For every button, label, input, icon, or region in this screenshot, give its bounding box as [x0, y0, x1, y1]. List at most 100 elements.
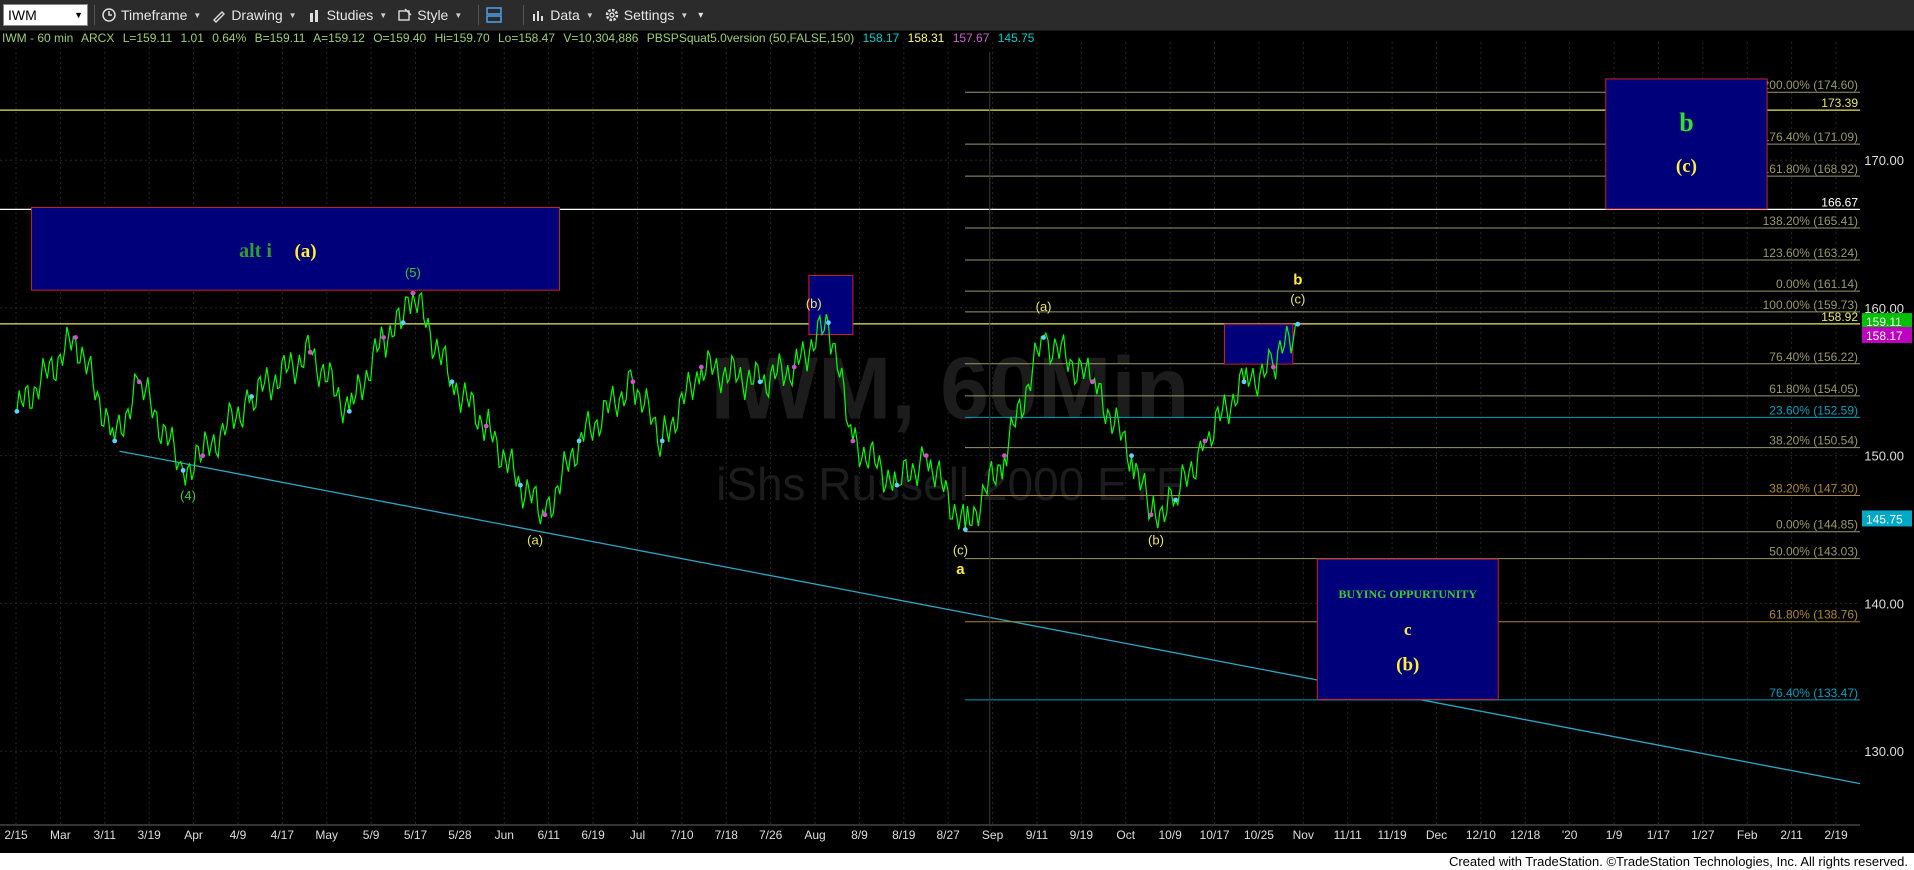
swing-marker [894, 482, 900, 488]
swing-marker [698, 364, 704, 370]
swing-marker [659, 438, 665, 444]
footer: Created with TradeStation. ©TradeStation… [0, 853, 1914, 870]
x-tick-label: Jul [630, 828, 645, 842]
x-tick-label: 5/17 [404, 828, 428, 842]
level-label: 50.00% (143.03) [1769, 545, 1858, 559]
swing-marker [346, 408, 352, 414]
x-tick-label: '20 [1562, 828, 1578, 842]
price-chart[interactable]: 2/15 Mar 3/11 3/19 Apr 4/9 4/17 May 5/9 5/17 5/28 J… [0, 0, 1914, 853]
x-tick-label: 6/11 [537, 828, 560, 842]
x-tick-label: 9/19 [1070, 828, 1094, 842]
x-tick-label: 2/15 [4, 828, 28, 842]
swing-marker [483, 423, 489, 429]
price-tag-label: 158.17 [1866, 329, 1903, 343]
watermark-symbol: IWM, 60Min [710, 339, 1189, 438]
wave-label: (a) [1036, 299, 1052, 314]
x-tick-label: 5/28 [448, 828, 472, 842]
x-tick-label: 11/19 [1378, 828, 1407, 842]
swing-marker [1129, 453, 1134, 459]
swing-marker [576, 438, 582, 444]
box-label: c [1404, 620, 1412, 639]
x-tick-label: 8/9 [851, 828, 868, 842]
level-label: 0.00% (161.14) [1776, 277, 1858, 291]
level-label: 166.67 [1821, 195, 1858, 209]
swing-marker [381, 335, 386, 340]
x-tick-label: 12/18 [1510, 828, 1540, 842]
wave-label: (b) [806, 296, 822, 311]
level-label: 76.40% (156.22) [1769, 350, 1858, 364]
x-tick-label: 10/25 [1244, 828, 1274, 842]
x-tick-label: Dec [1426, 828, 1447, 842]
x-tick-label: Feb [1737, 828, 1758, 842]
y-tick-label: 150.00 [1864, 449, 1904, 464]
target-box [1223, 323, 1294, 365]
x-tick-label: 8/27 [937, 828, 961, 842]
x-tick-label: 5/9 [363, 828, 380, 842]
x-tick-label: Jun [495, 828, 514, 842]
swing-marker [791, 364, 797, 370]
swing-marker [180, 468, 186, 473]
swing-marker [136, 379, 142, 385]
x-tick-label: Mar [50, 828, 71, 842]
x-tick-label: 1/9 [1606, 828, 1623, 842]
x-tick-label: 9/11 [1026, 828, 1049, 842]
level-label: 61.80% (154.05) [1769, 382, 1858, 396]
level-label: 38.20% (147.30) [1769, 482, 1858, 496]
swing-marker [307, 349, 313, 355]
swing-marker [1295, 321, 1301, 327]
y-tick-label: 130.00 [1864, 744, 1904, 759]
wave-label: (a) [527, 532, 543, 547]
level-label: 138.20% (165.41) [1763, 214, 1858, 228]
box-label: b [1679, 108, 1693, 137]
swing-marker [1202, 438, 1208, 444]
swing-marker [1148, 512, 1154, 518]
level-label: 158.92 [1821, 310, 1858, 324]
swing-marker [249, 394, 254, 399]
swing-marker [630, 379, 636, 385]
wave-label: (5) [405, 265, 421, 280]
wave-label: b [1293, 271, 1302, 288]
x-tick-label: 1/17 [1647, 828, 1671, 842]
watermark-name: iShs Russell 2000 ETF [716, 458, 1184, 510]
swing-marker [850, 438, 856, 444]
level-label: 161.80% (168.92) [1763, 162, 1858, 176]
x-tick-label: 3/11 [94, 828, 117, 842]
level-label: 0.00% (144.85) [1776, 518, 1858, 532]
swing-marker [962, 527, 968, 532]
box-label: BUYING OPPURTUNITY [1338, 587, 1477, 601]
x-tick-label: 7/26 [759, 828, 783, 842]
swing-marker [73, 335, 78, 340]
x-tick-label: 8/19 [892, 828, 916, 842]
swing-marker [1041, 335, 1046, 340]
copyright-text: Created with TradeStation. ©TradeStation… [1448, 854, 1908, 869]
x-tick-label: 1/27 [1691, 828, 1715, 842]
x-tick-label: 7/18 [715, 828, 739, 842]
level-label: 200.00% (174.60) [1763, 78, 1858, 92]
x-tick-label: Nov [1293, 828, 1314, 842]
swing-marker [14, 408, 20, 414]
box-label: alt i [239, 240, 272, 262]
x-tick-label: 4/17 [271, 828, 295, 842]
level-label: 23.60% (152.59) [1769, 403, 1858, 417]
level-label: 76.40% (133.47) [1769, 686, 1858, 700]
x-tick-label: Apr [184, 828, 203, 842]
wave-label: (4) [180, 488, 196, 503]
x-tick-label: 12/10 [1466, 828, 1496, 842]
x-tick-label: May [315, 828, 338, 842]
swing-marker [923, 453, 929, 459]
level-label: 173.39 [1821, 96, 1858, 110]
x-tick-label: 11/11 [1334, 828, 1363, 842]
x-tick-label: 7/10 [670, 828, 694, 842]
swing-marker [518, 482, 523, 488]
wave-label: (b) [1148, 532, 1164, 547]
swing-marker [757, 379, 763, 385]
swing-marker [410, 290, 416, 296]
box-label: (a) [294, 241, 316, 262]
box-label: (b) [1396, 655, 1419, 676]
x-tick-label: 10/9 [1158, 828, 1182, 842]
target-box [1605, 78, 1768, 210]
swing-marker [1270, 364, 1276, 370]
swing-marker [1002, 453, 1007, 459]
x-tick-label: Oct [1116, 828, 1135, 842]
x-tick-label: 10/17 [1200, 828, 1230, 842]
